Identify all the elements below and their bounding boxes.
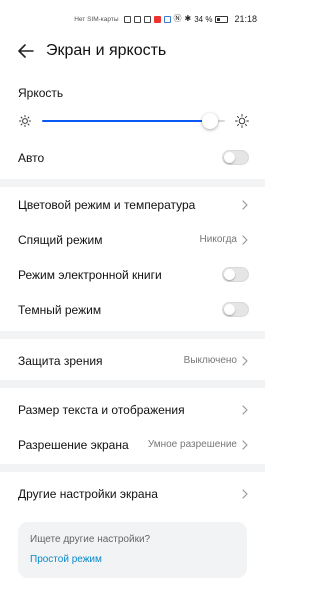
slider-fill (42, 120, 211, 122)
bluetooth-icon: ✱ (184, 14, 192, 23)
divider (0, 331, 265, 339)
screen-resolution-label: Разрешение экрана (18, 437, 129, 452)
eye-comfort-row[interactable]: Защита зрения Выключено (0, 343, 265, 378)
brightness-slider[interactable] (42, 113, 225, 129)
eye-comfort-label: Защита зрения (18, 353, 103, 368)
status-bar: Нет SIM-карты Ⓝ ✱ 34 % 21:18 (0, 0, 265, 38)
brightness-control (0, 100, 265, 129)
suggestion-question: Ищете другие настройки? (30, 534, 151, 545)
text-size-row[interactable]: Размер текста и отображения (0, 392, 265, 427)
clock: 21:18 (234, 14, 257, 24)
nfc-icon: Ⓝ (173, 14, 182, 23)
slider-thumb[interactable] (202, 113, 219, 129)
brightness-low-icon (18, 114, 32, 128)
other-display-settings-row[interactable]: Другие настройки экрана (0, 476, 265, 511)
ebook-mode-row: Режим электронной книги (0, 257, 265, 292)
text-size-label: Размер текста и отображения (18, 402, 185, 417)
screen-resolution-value: Умное разрешение (147, 439, 237, 450)
app-notification-icon (153, 15, 161, 23)
eye-comfort-value: Выключено (183, 355, 237, 366)
page-title: Экран и яркость (46, 42, 167, 59)
auto-brightness-label: Авто (18, 150, 45, 165)
auto-brightness-row: Авто (0, 140, 265, 175)
chevron-right-icon (242, 355, 248, 366)
notification-icon (133, 15, 141, 23)
screen-resolution-row[interactable]: Разрешение экрана Умное разрешение (0, 427, 265, 462)
divider (0, 179, 265, 187)
dark-mode-label: Темный режим (18, 302, 102, 317)
color-mode-row[interactable]: Цветовой режим и температура (0, 187, 265, 222)
chevron-right-icon (242, 199, 248, 210)
media-icon (143, 15, 151, 23)
chevron-right-icon (242, 404, 248, 415)
settings-suggestion-card: Ищете другие настройки? Простой режим (18, 522, 247, 578)
sim-status: Нет SIM-карты (74, 15, 119, 23)
battery-icon (215, 15, 229, 23)
chevron-right-icon (242, 234, 248, 245)
chevron-right-icon (242, 488, 248, 499)
brightness-label: Яркость (18, 86, 64, 100)
ebook-mode-label: Режим электронной книги (18, 267, 162, 282)
sleep-mode-row[interactable]: Спящий режим Никогда (0, 222, 265, 257)
brightness-high-icon (235, 114, 249, 128)
sleep-mode-label: Спящий режим (18, 232, 103, 247)
dark-mode-row: Темный режим (0, 292, 265, 327)
other-display-settings-label: Другие настройки экрана (18, 486, 158, 501)
sleep-mode-value: Никогда (199, 234, 237, 245)
battery-percent: 34 % (194, 14, 213, 24)
sim-card-icon (123, 15, 131, 23)
color-mode-label: Цветовой режим и температура (18, 197, 196, 212)
back-arrow-icon[interactable] (16, 41, 36, 61)
app-header: Экран и яркость (0, 38, 265, 64)
simple-mode-link[interactable]: Простой режим (30, 554, 235, 565)
chevron-right-icon (242, 439, 248, 450)
divider (0, 464, 265, 472)
message-icon (163, 15, 171, 23)
divider (0, 380, 265, 388)
ebook-mode-toggle[interactable] (222, 267, 249, 282)
auto-brightness-toggle[interactable] (222, 150, 249, 165)
dark-mode-toggle[interactable] (222, 302, 249, 317)
